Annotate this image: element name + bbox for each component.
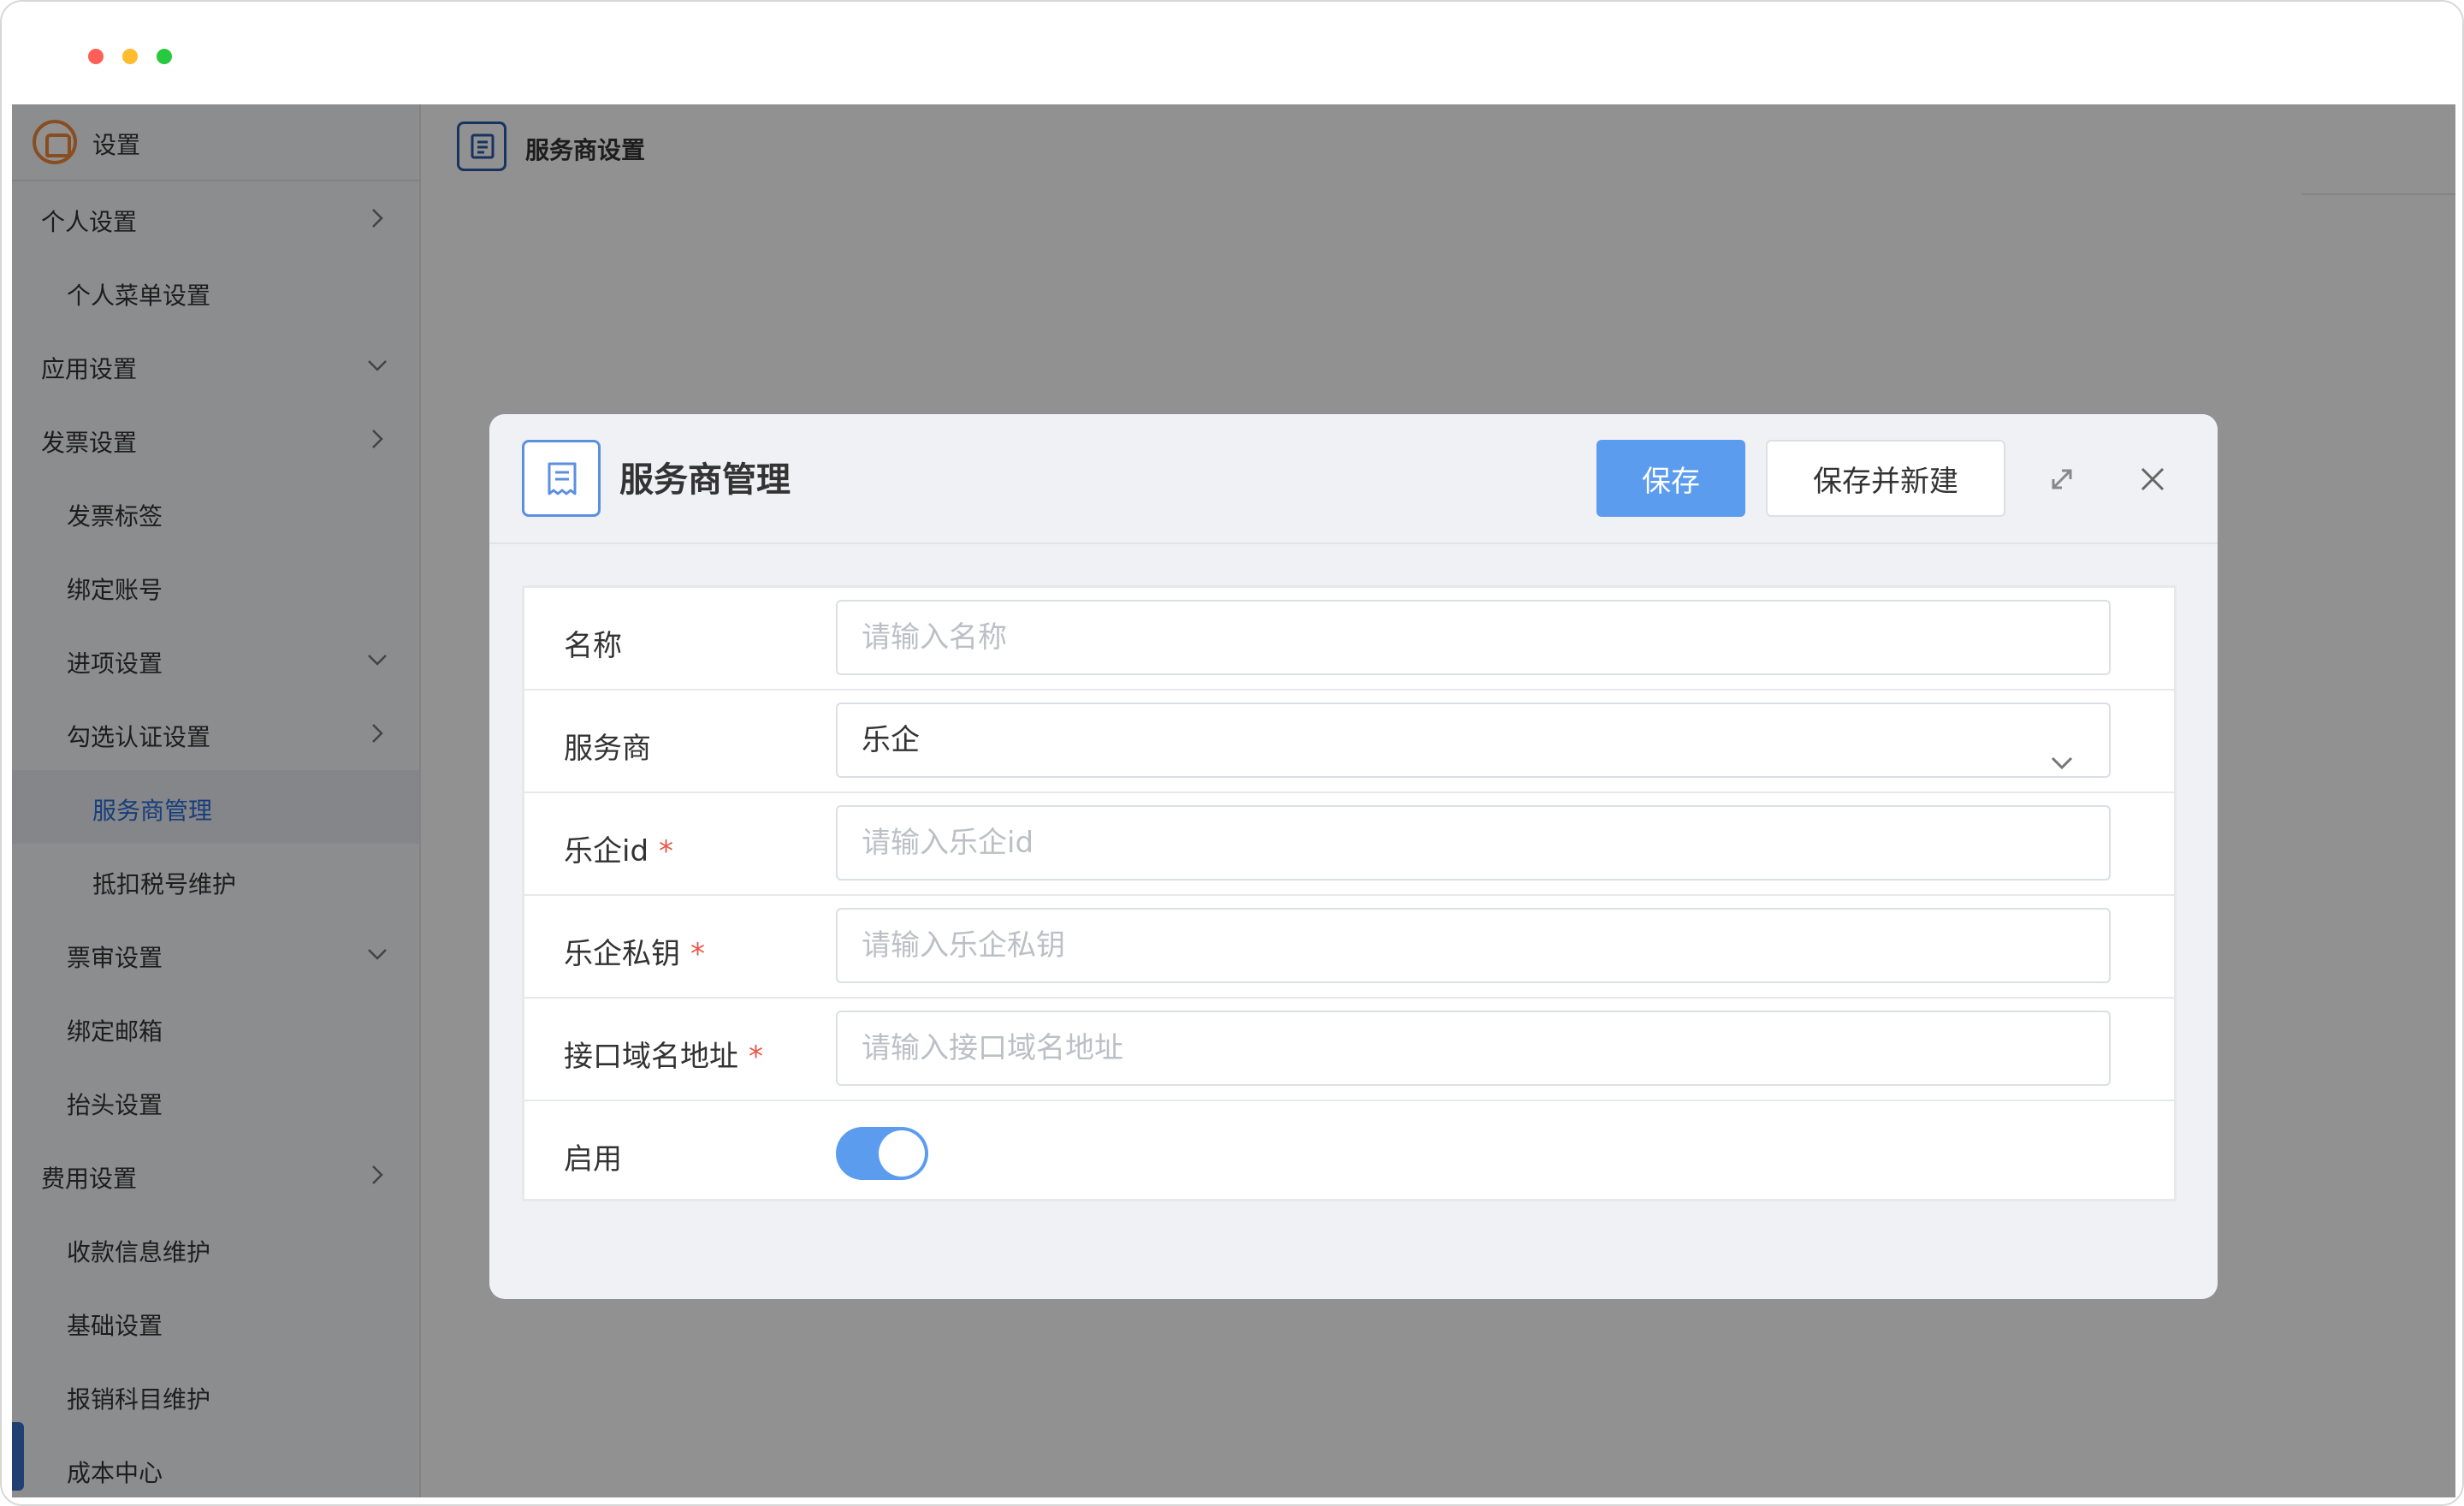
provider-form: 名称 请输入名称 服务商 乐企 乐企id * 请输入乐企id 乐企私钥 * 请输… — [522, 585, 2177, 1201]
domain-input[interactable]: 请输入接口域名地址 — [836, 1011, 2111, 1086]
provider-select-value: 乐企 — [862, 723, 920, 757]
required-mark: * — [749, 1040, 763, 1074]
save-button[interactable]: 保存 — [1596, 440, 1745, 517]
close-dot-icon[interactable] — [88, 49, 104, 64]
leqi-key-label: 乐企私钥 * — [564, 930, 705, 972]
app-window: 设置 个人设置 个人菜单设置 应用设置 发票设置 发票标签 绑定账号 进项设置 勾选认证设置服… — [0, 0, 2464, 1506]
form-row-domain: 接口域名地址 * 请输入接口域名地址 — [524, 999, 2174, 1101]
modal-header: 服务商管理 保存 保存并新建 — [489, 414, 2218, 544]
name-label-text: 名称 — [564, 629, 622, 663]
required-mark: * — [659, 834, 674, 869]
form-row-leqi-id: 乐企id * 请输入乐企id — [524, 793, 2174, 896]
expand-icon[interactable] — [2045, 462, 2079, 496]
required-mark: * — [690, 937, 705, 971]
save-and-new-button[interactable]: 保存并新建 — [1766, 440, 2005, 517]
leqi-id-label: 乐企id * — [564, 827, 673, 869]
provider-modal: 服务商管理 保存 保存并新建 名称 请输入名称 服务商 乐企 乐企id * 请输… — [489, 414, 2218, 1299]
chevron-down-icon — [2049, 730, 2075, 770]
enabled-label: 启用 — [564, 1135, 622, 1177]
zoom-dot-icon[interactable] — [157, 49, 172, 64]
app-content: 设置 个人设置 个人菜单设置 应用设置 发票设置 发票标签 绑定账号 进项设置 勾选认证设置服… — [12, 104, 2455, 1497]
leqi-key-label-text: 乐企私钥 — [564, 937, 680, 971]
modal-title: 服务商管理 — [619, 460, 791, 500]
leqi-id-label-text: 乐企id — [564, 834, 649, 869]
window-titlebar — [2, 2, 2462, 104]
form-row-provider: 服务商 乐企 — [524, 691, 2174, 793]
provider-select[interactable]: 乐企 — [836, 703, 2111, 778]
name-input[interactable]: 请输入名称 — [836, 600, 2111, 675]
provider-label-text: 服务商 — [564, 732, 651, 766]
provider-label: 服务商 — [564, 725, 651, 767]
receipt-icon — [522, 440, 601, 517]
close-icon[interactable] — [2135, 462, 2170, 496]
toggle-knob — [879, 1130, 925, 1177]
domain-label: 接口域名地址 * — [564, 1033, 763, 1075]
form-row-enabled: 启用 — [524, 1101, 2174, 1204]
domain-label-text: 接口域名地址 — [564, 1040, 738, 1074]
name-label: 名称 — [564, 622, 622, 664]
form-row-leqi-key: 乐企私钥 * 请输入乐企私钥 — [524, 896, 2174, 999]
leqi-key-input[interactable]: 请输入乐企私钥 — [836, 908, 2111, 983]
enabled-toggle[interactable] — [836, 1127, 928, 1180]
form-row-name: 名称 请输入名称 — [524, 588, 2174, 691]
leqi-id-input[interactable]: 请输入乐企id — [836, 805, 2111, 880]
enabled-label-text: 启用 — [564, 1142, 622, 1177]
minimize-dot-icon[interactable] — [122, 49, 138, 64]
